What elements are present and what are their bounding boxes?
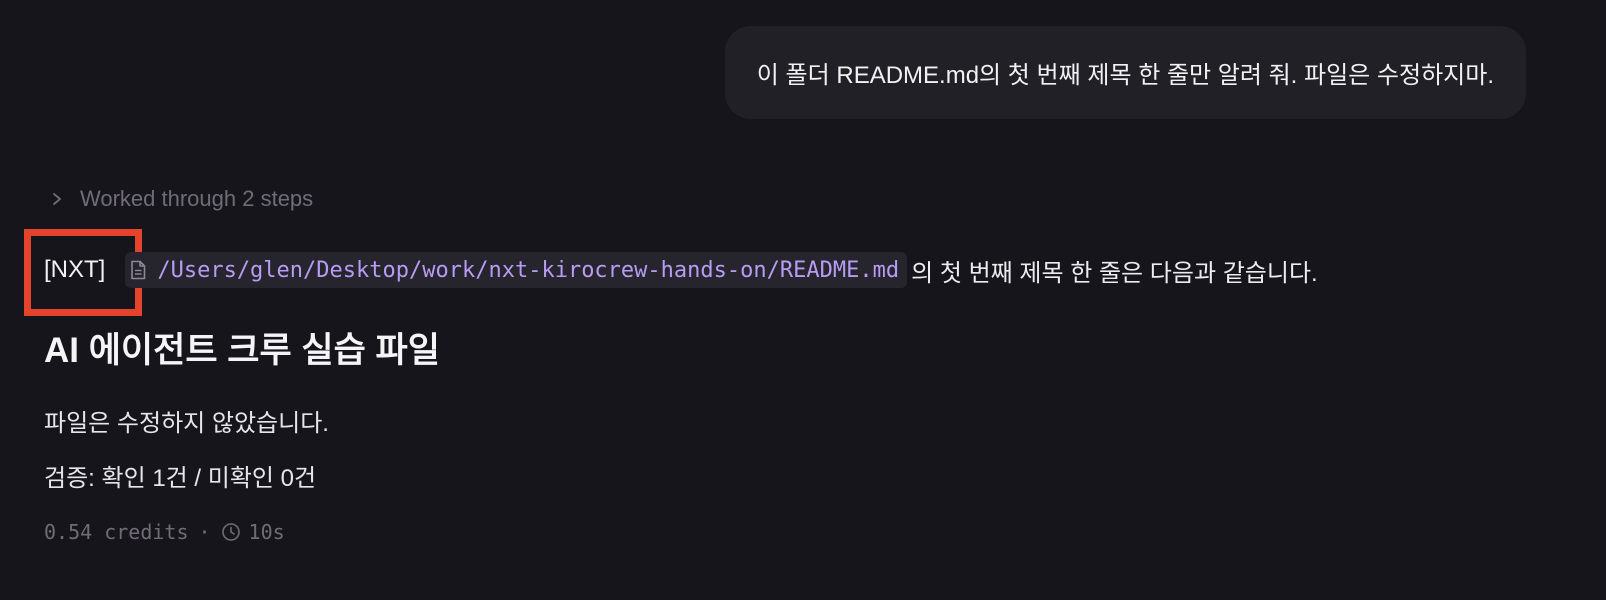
answer-paragraph-verification: 검증: 확인 1건 / 미확인 0건: [44, 465, 317, 492]
readme-first-heading: AI 에이전트 크루 실습 파일: [44, 331, 440, 370]
worked-steps-label: Worked through 2 steps: [80, 186, 314, 211]
chevron-right-icon: [46, 188, 68, 210]
file-icon: [129, 260, 147, 280]
user-message-bubble: 이 폴더 README.md의 첫 번째 제목 한 줄만 알려 줘. 파일은 수…: [724, 26, 1526, 119]
file-path-link[interactable]: /Users/glen/Desktop/work/nxt-kirocrew-ha…: [157, 258, 899, 283]
worked-steps-toggle[interactable]: Worked through 2 steps: [46, 182, 313, 216]
answer-intro-line: [NXT] /Users/glen/Desktop/work/nxt-kiroc…: [44, 248, 1318, 292]
clock-icon: [221, 522, 241, 542]
answer-intro-suffix: 의 첫 번째 제목 한 줄은 다음과 같습니다.: [911, 259, 1318, 287]
answer-paragraph-unmodified: 파일은 수정하지 않았습니다.: [44, 410, 329, 437]
duration-label: 10s: [248, 520, 285, 544]
user-message-text: 이 폴더 README.md의 첫 번째 제목 한 줄만 알려 줘. 파일은 수…: [756, 62, 1494, 89]
credits-label: 0.54 credits: [44, 520, 189, 544]
file-path-chip[interactable]: /Users/glen/Desktop/work/nxt-kirocrew-ha…: [125, 252, 908, 288]
nxt-tag: [NXT]: [44, 256, 106, 283]
response-meta: 0.54 credits · 10s: [44, 520, 285, 544]
meta-separator: ·: [198, 520, 211, 544]
